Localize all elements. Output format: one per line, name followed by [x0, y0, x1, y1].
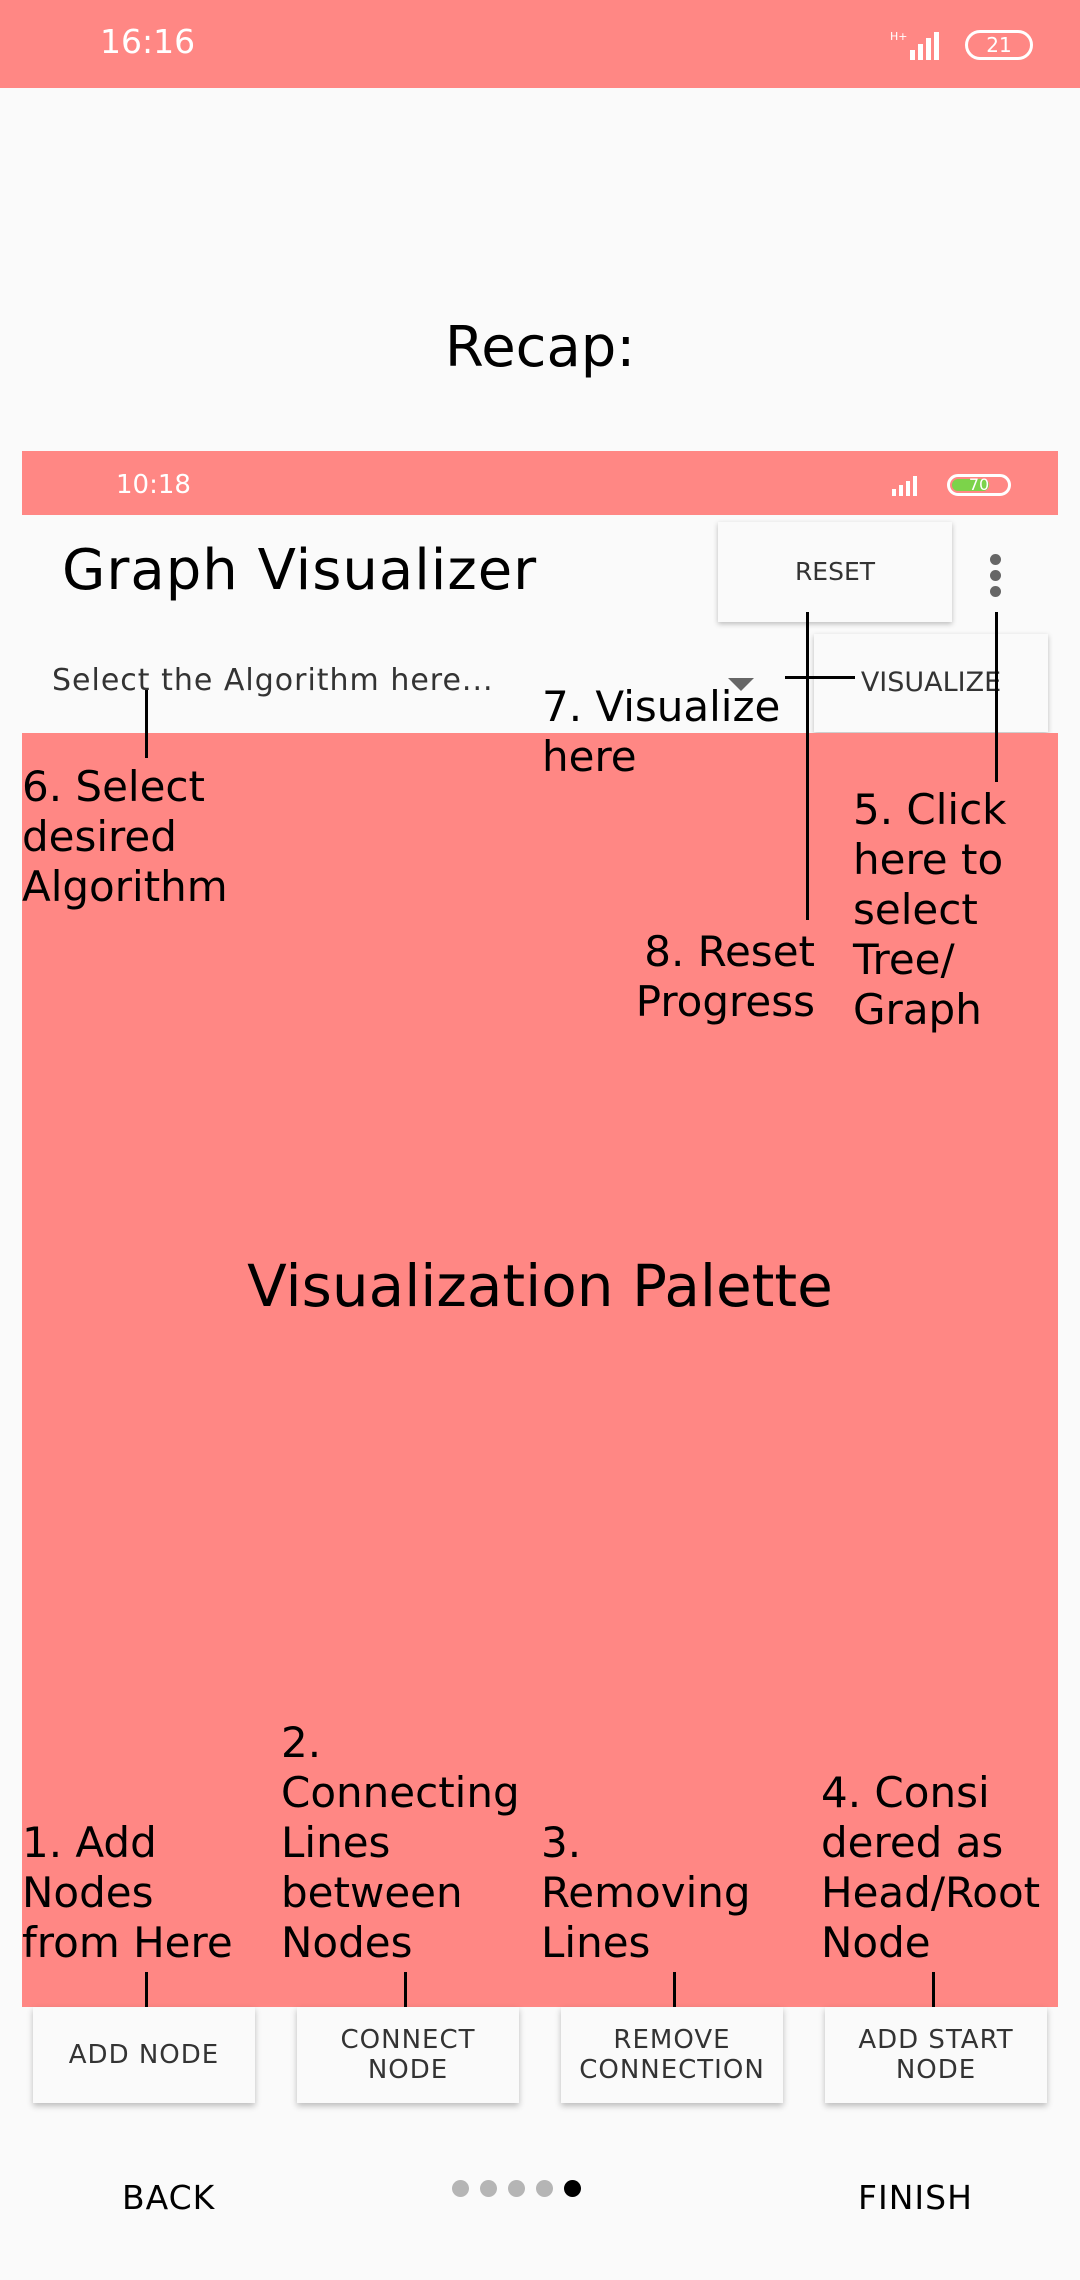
connect-node-button[interactable]: CONNECT NODE	[297, 2007, 519, 2103]
status-time: 16:16	[100, 22, 196, 61]
app-title: Graph Visualizer	[62, 538, 538, 603]
annotation-connect-node: 2. Connecting Lines between Nodes	[281, 1718, 520, 1967]
page-indicator	[452, 2180, 581, 2197]
battery-icon: 21	[965, 30, 1033, 60]
annotation-start-node: 4. Consi dered as Head/Root Node	[821, 1768, 1041, 1967]
inner-status-time: 10:18	[116, 470, 191, 500]
page-dot	[536, 2180, 553, 2197]
inner-battery-level: 70	[968, 475, 990, 494]
visualize-button[interactable]: VISUALIZE	[814, 634, 1048, 732]
add-start-node-button[interactable]: ADD START NODE	[825, 2007, 1047, 2103]
remove-connection-button[interactable]: REMOVE CONNECTION	[561, 2007, 783, 2103]
network-type: H+	[890, 30, 908, 43]
annotation-visualize: 7. Visualize here	[542, 682, 781, 781]
reset-button[interactable]: RESET	[718, 522, 952, 622]
connector-line-7	[785, 676, 855, 679]
annotation-remove-connection: 3. Removing Lines	[541, 1818, 751, 1967]
inner-signal-icon	[892, 476, 917, 496]
finish-button[interactable]: FINISH	[858, 2178, 973, 2217]
back-button[interactable]: BACK	[122, 2178, 215, 2217]
algorithm-select[interactable]: Select the Algorithm here...	[52, 663, 494, 698]
page-dot	[508, 2180, 525, 2197]
annotation-add-node: 1. Add Nodes from Here	[22, 1818, 233, 1967]
add-node-button[interactable]: ADD NODE	[33, 2007, 255, 2103]
annotation-select-algorithm: 6. Select desired Algorithm	[22, 762, 228, 911]
annotation-reset-progress: 8. Reset Progress	[635, 927, 815, 1026]
inner-battery-icon: 70	[947, 474, 1011, 496]
connector-line-5	[995, 612, 998, 782]
page-dot	[480, 2180, 497, 2197]
connector-line-8	[806, 612, 809, 920]
page-title: Recap:	[444, 315, 636, 380]
annotation-select-tree-graph: 5. Click here to select Tree/ Graph	[853, 785, 1007, 1034]
signal-icon: H+	[890, 30, 939, 60]
page-dot	[452, 2180, 469, 2197]
overflow-menu-icon[interactable]	[990, 554, 1004, 602]
page-dot	[564, 2180, 581, 2197]
connector-line-6	[145, 690, 148, 758]
palette-label: Visualization Palette	[247, 1252, 833, 1320]
